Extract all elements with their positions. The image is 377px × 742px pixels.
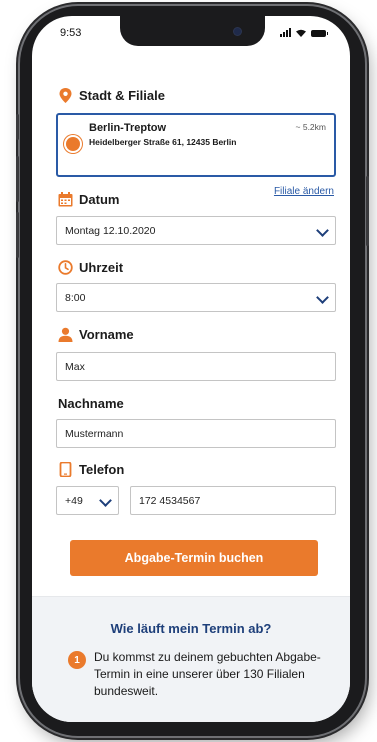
- mute-switch: [16, 114, 19, 140]
- info-section: Wie läuft mein Termin ab? 1 Du kommst zu…: [32, 596, 350, 722]
- clock-icon: [58, 260, 73, 275]
- user-icon: [58, 327, 73, 342]
- time-select[interactable]: 8:00: [56, 283, 336, 312]
- volume-down-button: [16, 212, 19, 258]
- last-name-label-text: Nachname: [58, 396, 124, 411]
- last-name-input[interactable]: Mustermann: [56, 419, 336, 448]
- phone-number-input[interactable]: 172 4534567: [130, 486, 336, 515]
- calendar-icon: [58, 192, 73, 207]
- time-label-text: Uhrzeit: [79, 260, 124, 275]
- phone-section-label: Telefon: [58, 462, 124, 477]
- last-name-section-label: Nachname: [58, 396, 124, 411]
- step-number-badge: 1: [68, 651, 86, 669]
- first-name-input[interactable]: Max: [56, 352, 336, 381]
- step-text: Du kommst zu deinem gebuchten Abgabe-Ter…: [94, 650, 321, 698]
- date-label-text: Datum: [79, 192, 120, 207]
- first-name-section-label: Vorname: [58, 327, 134, 342]
- location-label-text: Stadt & Filiale: [79, 88, 165, 103]
- change-branch-link[interactable]: Filiale ändern: [274, 186, 334, 197]
- time-section-label: Uhrzeit: [58, 260, 123, 275]
- chevron-down-icon: [316, 224, 329, 237]
- branch-distance: ~ 5.2km: [295, 122, 326, 132]
- branch-address: Heidelberger Straße 61, 12435 Berlin: [89, 137, 237, 147]
- date-value: Montag 12.10.2020: [65, 224, 156, 237]
- branch-radio[interactable]: [66, 137, 80, 151]
- notch: [120, 16, 265, 46]
- first-name-label-text: Vorname: [79, 327, 134, 342]
- date-select[interactable]: Montag 12.10.2020: [56, 216, 336, 245]
- smartphone-icon: [59, 462, 72, 477]
- country-code-value: +49: [65, 494, 83, 507]
- last-name-value: Mustermann: [65, 427, 124, 440]
- front-camera: [234, 28, 241, 35]
- location-section-label: Stadt & Filiale: [58, 88, 165, 103]
- power-button: [366, 176, 369, 246]
- phone-number-value: 172 4534567: [139, 494, 201, 507]
- status-time: 9:53: [60, 27, 82, 39]
- country-code-select[interactable]: +49: [56, 486, 119, 515]
- app-screen: 9:53 Stadt & Filiale Berlin-Treptow Heid…: [32, 16, 350, 722]
- volume-up-button: [16, 156, 19, 202]
- phone-label-text: Telefon: [79, 462, 125, 477]
- wifi-icon: [296, 29, 306, 37]
- signal-icon: [280, 28, 291, 37]
- date-section-label: Datum: [58, 192, 119, 207]
- battery-icon: [311, 30, 328, 37]
- chevron-down-icon: [99, 494, 112, 507]
- status-icons: [280, 28, 328, 37]
- time-value: 8:00: [65, 291, 86, 304]
- location-pin-icon: [59, 88, 72, 103]
- chevron-down-icon: [316, 291, 329, 304]
- info-title: Wie läuft mein Termin ab?: [110, 621, 272, 636]
- branch-option-selected[interactable]: Berlin-Treptow Heidelberger Straße 61, 1…: [56, 113, 336, 177]
- book-appointment-button[interactable]: Abgabe-Termin buchen: [70, 540, 318, 576]
- first-name-value: Max: [65, 360, 85, 373]
- branch-name: Berlin-Treptow: [89, 122, 167, 134]
